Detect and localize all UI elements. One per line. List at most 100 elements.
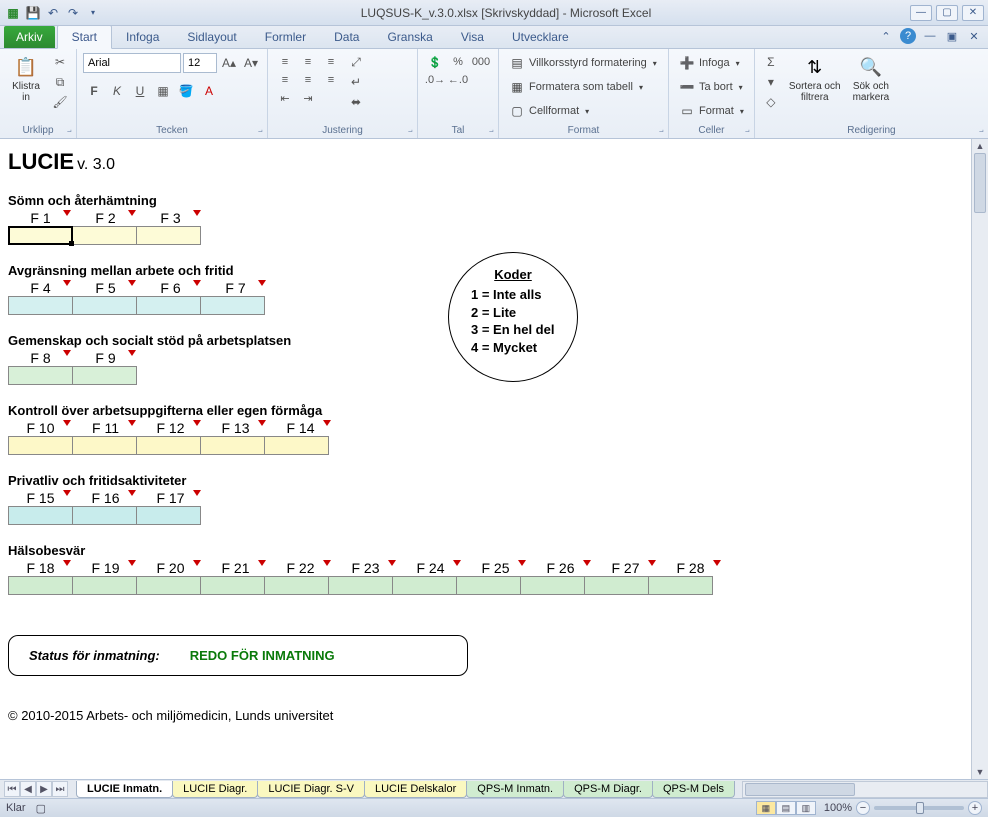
tab-nav-prev-icon[interactable]: ◀ (20, 781, 36, 797)
doc-minimize-icon[interactable]: — (922, 28, 938, 44)
tab-data[interactable]: Data (320, 26, 373, 48)
decrease-indent-icon[interactable]: ⇤ (274, 89, 296, 107)
bold-icon[interactable]: F (83, 81, 105, 101)
scroll-up-icon[interactable]: ▲ (972, 139, 988, 153)
sheet-tab[interactable]: QPS-M Diagr. (563, 781, 653, 798)
input-cell[interactable] (456, 576, 521, 595)
scroll-down-icon[interactable]: ▼ (972, 765, 988, 779)
align-center-icon[interactable]: ≡ (297, 71, 319, 89)
redo-icon[interactable]: ↷ (64, 4, 82, 22)
hscroll-thumb[interactable] (745, 783, 855, 796)
border-icon[interactable]: ▦ (152, 81, 174, 101)
input-cell[interactable] (200, 296, 265, 315)
clear-icon[interactable]: ◇ (761, 93, 781, 111)
tab-formler[interactable]: Formler (251, 26, 320, 48)
tab-nav-last-icon[interactable]: ⏭ (52, 781, 68, 797)
input-cell[interactable] (136, 226, 201, 245)
input-cell[interactable] (8, 436, 73, 455)
input-cell[interactable] (8, 296, 73, 315)
input-cell[interactable] (584, 576, 649, 595)
zoom-label[interactable]: 100% (824, 802, 852, 814)
format-cells-button[interactable]: ▭Format▾ (675, 101, 748, 121)
fill-color-icon[interactable]: 🪣 (175, 81, 197, 101)
font-color-icon[interactable]: A (198, 81, 220, 101)
sheet-tab[interactable]: LUCIE Diagr. S-V (257, 781, 365, 798)
comma-format-icon[interactable]: 000 (470, 53, 492, 71)
sheet-tab[interactable]: LUCIE Diagr. (172, 781, 258, 798)
save-icon[interactable]: 💾 (24, 4, 42, 22)
scroll-thumb[interactable] (974, 153, 986, 213)
zoom-slider[interactable] (874, 806, 964, 810)
align-right-icon[interactable]: ≡ (320, 71, 342, 89)
grow-font-icon[interactable]: A▴ (219, 54, 239, 72)
undo-icon[interactable]: ↶ (44, 4, 62, 22)
zoom-out-button[interactable]: − (856, 801, 870, 815)
format-painter-icon[interactable]: 🖌 (50, 93, 70, 111)
sheet-tab[interactable]: LUCIE Inmatn. (76, 781, 173, 798)
conditional-formatting-button[interactable]: ▤Villkorsstyrd formatering▾ (505, 53, 661, 73)
insert-cells-button[interactable]: ➕Infoga▾ (675, 53, 744, 73)
cell-styles-button[interactable]: ▢Cellformat▾ (505, 101, 593, 121)
input-cell[interactable] (200, 576, 265, 595)
worksheet[interactable]: LUCIE v. 3.0Sömn och återhämtningF 1F 2F… (0, 139, 971, 779)
cut-icon[interactable]: ✂ (50, 53, 70, 71)
autosum-icon[interactable]: Σ (761, 53, 781, 71)
tab-nav-first-icon[interactable]: ⏮ (4, 781, 20, 797)
input-cell[interactable] (8, 576, 73, 595)
input-cell[interactable] (8, 366, 73, 385)
align-left-icon[interactable]: ≡ (274, 71, 296, 89)
input-cell[interactable] (520, 576, 585, 595)
align-top-icon[interactable]: ≡ (274, 53, 296, 71)
doc-restore-icon[interactable]: ▣ (944, 28, 960, 44)
align-middle-icon[interactable]: ≡ (297, 53, 319, 71)
align-bottom-icon[interactable]: ≡ (320, 53, 342, 71)
input-cell[interactable] (72, 226, 137, 245)
input-cell[interactable] (328, 576, 393, 595)
delete-cells-button[interactable]: ➖Ta bort▾ (675, 77, 747, 97)
orientation-icon[interactable]: ⤢ (346, 53, 366, 71)
increase-indent-icon[interactable]: ⇥ (297, 89, 319, 107)
input-cell[interactable] (136, 576, 201, 595)
input-cell[interactable] (136, 506, 201, 525)
wrap-text-icon[interactable]: ↵ (346, 73, 366, 91)
qat-dropdown-icon[interactable]: ▾ (84, 4, 102, 22)
fill-icon[interactable]: ▾ (761, 73, 781, 91)
increase-decimal-icon[interactable]: .0→ (424, 71, 446, 89)
sort-filter-button[interactable]: ⇅ Sortera och filtrera (785, 53, 845, 105)
view-page-break-icon[interactable]: ▥ (796, 801, 816, 815)
sheet-tab[interactable]: QPS-M Dels (652, 781, 735, 798)
paste-button[interactable]: 📋 Klistra in (6, 53, 46, 105)
minimize-button[interactable]: — (910, 5, 932, 21)
input-cell[interactable] (72, 436, 137, 455)
format-as-table-button[interactable]: ▦Formatera som tabell▾ (505, 77, 647, 97)
tab-utvecklare[interactable]: Utvecklare (498, 26, 583, 48)
sheet-tab[interactable]: QPS-M Inmatn. (466, 781, 564, 798)
view-normal-icon[interactable]: ▦ (756, 801, 776, 815)
percent-format-icon[interactable]: % (447, 53, 469, 71)
input-cell[interactable] (72, 506, 137, 525)
font-size-input[interactable] (183, 53, 217, 73)
tab-infoga[interactable]: Infoga (112, 26, 173, 48)
merge-icon[interactable]: ⬌ (346, 93, 366, 111)
input-cell[interactable] (264, 576, 329, 595)
input-cell[interactable] (392, 576, 457, 595)
shrink-font-icon[interactable]: A▾ (241, 54, 261, 72)
input-cell[interactable] (136, 436, 201, 455)
doc-close-icon[interactable]: ✕ (966, 28, 982, 44)
italic-icon[interactable]: K (106, 81, 128, 101)
underline-icon[interactable]: U (129, 81, 151, 101)
tab-granska[interactable]: Granska (373, 26, 446, 48)
input-cell[interactable] (200, 436, 265, 455)
copy-icon[interactable]: ⧉ (50, 73, 70, 91)
input-cell[interactable] (264, 436, 329, 455)
tab-nav-next-icon[interactable]: ▶ (36, 781, 52, 797)
input-cell[interactable] (136, 296, 201, 315)
decrease-decimal-icon[interactable]: ←.0 (447, 71, 469, 89)
horizontal-scrollbar[interactable] (742, 781, 988, 798)
macro-record-icon[interactable]: ▢ (36, 802, 46, 815)
find-select-button[interactable]: 🔍 Sök och markera (849, 53, 894, 105)
input-cell[interactable] (72, 366, 137, 385)
view-page-layout-icon[interactable]: ▤ (776, 801, 796, 815)
sheet-tab[interactable]: LUCIE Delskalor (364, 781, 467, 798)
zoom-handle[interactable] (916, 802, 924, 814)
